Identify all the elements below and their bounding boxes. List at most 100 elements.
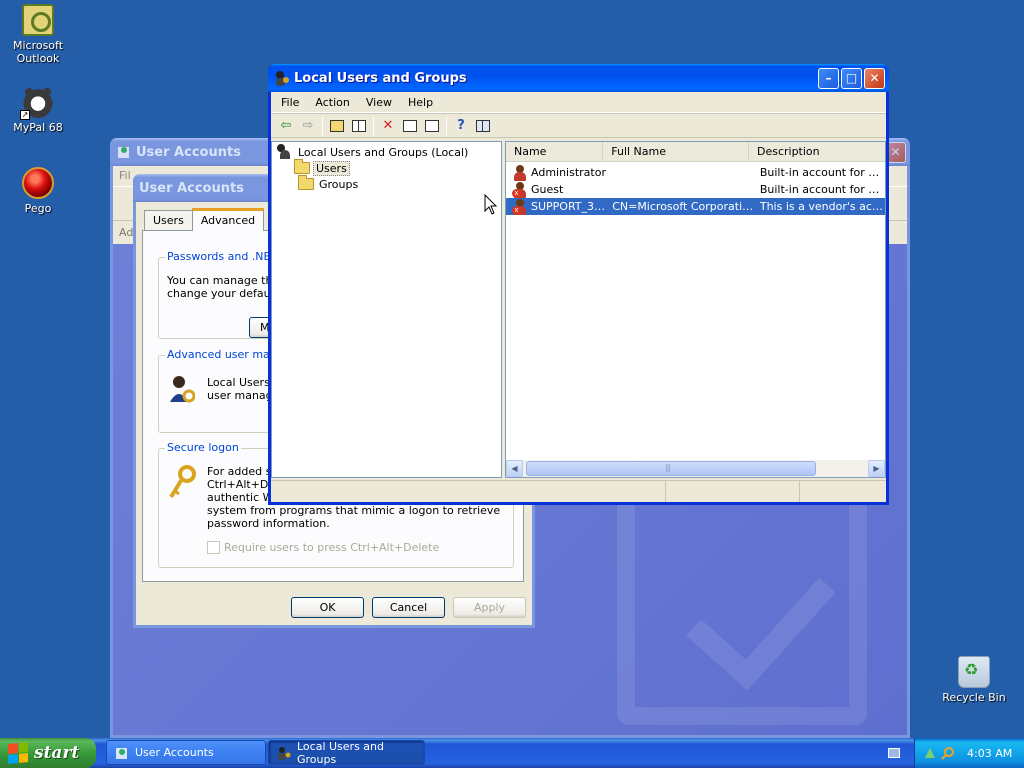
table-row[interactable]: Administrator Built-in account for admin… [506,164,885,181]
checkbox-box[interactable] [207,541,220,554]
minimize-button[interactable]: – [818,67,839,89]
user-accounts-icon [116,144,132,160]
toolbar-separator [322,116,323,135]
start-label: start [34,743,80,763]
export-list-icon[interactable] [421,116,443,136]
checkmark-watermark-icon [617,475,867,725]
menu-action[interactable]: Action [307,94,357,111]
desktop-icon-label: MyPal 68 [13,121,63,134]
key-icon [167,465,196,501]
ok-button[interactable]: OK [291,597,364,618]
desktop-icon-outlook[interactable]: Microsoft Outlook [0,4,76,65]
console-tree: Local Users and Groups (Local) Users Gro… [271,141,502,478]
help-icon[interactable]: ? [450,116,472,136]
status-pane [800,481,870,502]
group-title: Secure logon [165,441,241,454]
cell-name: SUPPORT_38... [531,200,611,213]
maximize-button[interactable]: □ [841,67,862,89]
scroll-right-button[interactable]: ▶ [868,460,885,477]
menu-view[interactable]: View [358,94,400,111]
mypal-icon: ↗ [20,86,54,120]
local-users-and-groups-window[interactable]: Local Users and Groups – □ ✕ File Action… [268,64,889,505]
tree-item-users[interactable]: Users [272,159,501,176]
shortcut-arrow-icon: ↗ [20,110,30,120]
toolbar: ⇦ ⇨ ✕ ? [271,113,886,138]
outlook-icon [22,4,54,36]
taskbar-button-local-users-and-groups[interactable]: Local Users and Groups [268,739,425,766]
cell-name: Guest [531,183,564,196]
taskbar-button-user-accounts[interactable]: User Accounts [106,740,266,765]
delete-icon[interactable]: ✕ [377,116,399,136]
search-icon[interactable] [941,746,955,760]
cell-description: This is a vendor's account [759,200,885,213]
details-list: Name Full Name Description Administrator… [505,141,886,478]
forward-arrow-icon[interactable]: ⇨ [297,116,319,136]
disabled-user-icon: x [512,181,528,198]
scroll-left-button[interactable]: ◀ [506,460,523,477]
menu-help[interactable]: Help [400,94,441,111]
desktop-icon-label: Microsoft Outlook [12,39,64,65]
network-icon[interactable] [923,746,937,760]
recycle-bin-icon [958,656,990,688]
desktop-icon-mypal[interactable]: ↗ MyPal 68 [0,86,76,134]
taskbar: start User Accounts Local Users and Grou… [0,738,1024,768]
column-header-full-name[interactable]: Full Name [603,142,749,161]
mouse-pointer-icon [484,194,498,215]
taskbar-button-label: Local Users and Groups [297,739,385,766]
lusrmgr-icon [274,70,290,86]
cell-description: Built-in account for admini [759,166,885,179]
cell-description: Built-in account for guest a [759,183,885,196]
menu-bar: File Action View Help [271,92,886,113]
user-accounts-icon [115,746,129,760]
desktop-icon-pego[interactable]: Pego [0,167,76,215]
status-pane [666,481,800,502]
show-hide-tree-icon[interactable] [348,116,370,136]
local-users-groups-icon [276,144,292,160]
require-ctrl-alt-del-checkbox[interactable]: Require users to press Ctrl+Alt+Delete [207,541,439,554]
tree-item-groups[interactable]: Groups [272,175,501,192]
clock[interactable]: 4:03 AM [967,747,1012,760]
status-bar [271,480,886,502]
lusrmgr-icon [277,746,291,760]
cell-full-name: CN=Microsoft Corporation... [612,200,758,213]
desktop-icon-label: Recycle Bin [942,691,1006,704]
table-row[interactable]: x Guest Built-in account for guest a [506,181,885,198]
folder-open-icon [294,159,310,174]
taskbar-button-label: User Accounts [135,746,214,759]
windows-logo-icon [8,741,28,765]
tree-item-label: Groups [319,177,359,191]
disabled-user-icon [512,164,528,181]
users-keys-icon [167,374,196,410]
status-pane [271,481,666,502]
tab-users[interactable]: Users [144,210,193,231]
window-title: Local Users and Groups [294,70,467,86]
tree-root[interactable]: Local Users and Groups (Local) [272,144,501,160]
column-header-description[interactable]: Description [749,142,885,161]
toolbar-separator [446,116,447,135]
menu-file[interactable]: File [273,94,307,111]
start-button[interactable]: start [0,738,96,768]
scrollbar-thumb[interactable] [526,461,816,476]
tab-advanced[interactable]: Advanced [191,208,265,231]
checkbox-label: Require users to press Ctrl+Alt+Delete [224,541,440,554]
column-header-name[interactable]: Name [506,142,604,161]
cancel-button[interactable]: Cancel [372,597,445,618]
tree-item-label: Users [313,160,350,176]
table-row-selected[interactable]: x SUPPORT_38... CN=Microsoft Corporation… [506,198,885,215]
show-hide-action-pane-icon[interactable] [472,116,494,136]
back-arrow-icon[interactable]: ⇦ [275,116,297,136]
titlebar[interactable]: Local Users and Groups – □ ✕ [268,64,889,92]
keyboard-layout-icon[interactable] [888,748,900,758]
cell-name: Administrator [531,166,606,179]
up-one-level-icon[interactable] [326,116,348,136]
properties-icon[interactable] [399,116,421,136]
toolbar-separator [373,116,374,135]
horizontal-scrollbar[interactable]: ◀ ▶ [506,460,885,477]
close-button[interactable]: ✕ [864,67,885,89]
desktop-icon-recycle-bin[interactable]: Recycle Bin [936,656,1012,704]
tree-root-label: Local Users and Groups (Local) [298,145,469,159]
passwords-text: You can manage the change your default I [167,274,285,300]
apply-button[interactable]: Apply [453,597,526,618]
console-panes: Local Users and Groups (Local) Users Gro… [271,141,886,478]
list-header: Name Full Name Description [506,142,885,162]
